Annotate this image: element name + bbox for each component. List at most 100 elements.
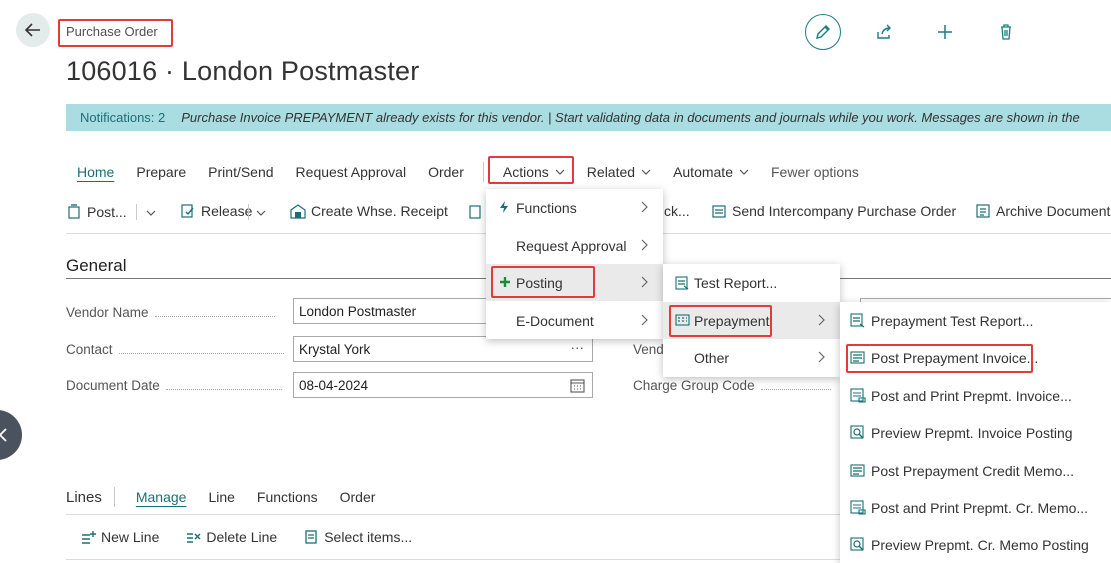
lines-toolbar: New Line Delete Line Select items... [80, 527, 438, 547]
menu-item-label: Preview Prepmt. Invoice Posting [871, 424, 1073, 441]
prepayment-submenu: Prepayment Test Report... Post Prepaymen… [840, 302, 1111, 563]
menu-item-other[interactable]: Other [663, 339, 840, 376]
fewer-options-link[interactable]: Fewer options [760, 164, 870, 180]
vendor-name-input[interactable]: London Postmaster [293, 298, 493, 324]
contact-input[interactable]: Krystal York ··· [293, 336, 593, 362]
share-button[interactable] [866, 14, 902, 50]
scroll-left-button[interactable] [0, 410, 22, 460]
lines-tab-line[interactable]: Line [197, 489, 245, 505]
release-button[interactable]: Release [180, 203, 252, 219]
document-date-input[interactable]: 08-04-2024 [293, 372, 593, 398]
breadcrumb[interactable]: Purchase Order [66, 24, 158, 39]
general-section-title[interactable]: General [66, 256, 126, 276]
chevron-right-icon [641, 201, 648, 213]
intercompany-icon [712, 205, 726, 218]
menu-item-test-report[interactable]: Test Report... [663, 264, 840, 301]
new-line-button[interactable]: New Line [80, 529, 159, 545]
menu-item-post-prepayment-invoice[interactable]: Post Prepayment Invoice... [840, 339, 1111, 376]
create-whse-receipt-button[interactable]: Create Whse. Receipt [290, 203, 448, 219]
notification-message: Purchase Invoice PREPAYMENT already exis… [181, 110, 1080, 125]
send-intercompany-button[interactable]: Send Intercompany Purchase Order [711, 203, 956, 219]
menu-item-prepayment-test-report[interactable]: Prepayment Test Report... [840, 302, 1111, 339]
tab-order[interactable]: Order [417, 164, 475, 180]
menu-separator [482, 162, 484, 182]
menu-item-prepayment-label: Prepayment [694, 312, 770, 329]
lines-tab-order[interactable]: Order [329, 489, 387, 505]
archive-document-button[interactable]: Archive Document [975, 203, 1110, 219]
label-dots [760, 382, 831, 391]
chevron-right-icon [641, 314, 648, 326]
lines-tab-functions[interactable]: Functions [246, 489, 329, 505]
lightning-icon [500, 201, 508, 213]
label-dots [118, 346, 284, 355]
preview-icon [850, 537, 864, 551]
new-button[interactable] [927, 14, 963, 50]
contact-label-text: Contact [66, 342, 113, 357]
post-print-icon [850, 388, 866, 403]
calendar-icon[interactable] [570, 378, 585, 393]
menu-item-preview-prepmt-invoice-posting[interactable]: Preview Prepmt. Invoice Posting [840, 414, 1111, 451]
document-icon[interactable] [467, 204, 483, 220]
notification-count[interactable]: Notifications: 2 [80, 110, 165, 125]
menu-item-post-print-prepmt-cr-memo[interactable]: Post and Print Prepmt. Cr. Memo... [840, 489, 1111, 526]
lines-tab-manage[interactable]: Manage [125, 489, 198, 505]
tab-automate[interactable]: Automate [662, 164, 760, 180]
edit-button[interactable] [805, 14, 841, 50]
action-menu-bar: Home Prepare Print/Send Request Approval… [66, 160, 870, 184]
lines-menu-bar: Lines Manage Line Functions Order [66, 486, 386, 508]
post-button[interactable]: Post... [66, 204, 127, 220]
tab-prepare[interactable]: Prepare [125, 164, 197, 180]
lines-section-title[interactable]: Lines [66, 489, 102, 506]
menu-item-label: Post Prepayment Credit Memo... [871, 462, 1075, 479]
post-label: Post... [87, 204, 127, 220]
report-icon [675, 276, 689, 290]
contact-label: Contact [66, 342, 284, 357]
menu-item-preview-prepmt-cr-memo-posting[interactable]: Preview Prepmt. Cr. Memo Posting [840, 526, 1111, 563]
vendor-name-label: Vendor Name [66, 305, 275, 320]
tab-print-send[interactable]: Print/Send [197, 164, 284, 180]
tab-request-approval[interactable]: Request Approval [285, 164, 418, 180]
document-date-label-text: Document Date [66, 378, 160, 393]
menu-item-functions-label: Functions [516, 199, 577, 216]
menu-item-functions[interactable]: Functions [486, 189, 663, 226]
menu-item-posting[interactable]: Posting [486, 264, 663, 301]
menu-item-e-document[interactable]: E-Document [486, 302, 663, 339]
select-items-button[interactable]: Select items... [303, 529, 412, 545]
chevron-down-icon[interactable] [146, 208, 156, 218]
new-line-icon [82, 531, 96, 544]
lines-separator [113, 487, 115, 507]
menu-item-other-label: Other [694, 349, 730, 366]
check-button-label[interactable]: ck... [664, 203, 690, 219]
label-dots [154, 309, 275, 318]
chevron-right-icon [818, 314, 825, 326]
menu-item-prepayment[interactable]: Prepayment [663, 302, 840, 339]
send-intercompany-label: Send Intercompany Purchase Order [732, 203, 957, 219]
back-button[interactable] [16, 13, 50, 47]
delete-line-button[interactable]: Delete Line [185, 529, 277, 545]
menu-item-e-document-label: E-Document [516, 312, 594, 329]
credit-memo-icon [850, 464, 865, 477]
new-line-label: New Line [101, 529, 160, 545]
menu-item-request-approval[interactable]: Request Approval [486, 227, 663, 264]
tab-actions[interactable]: Actions [492, 164, 576, 180]
tab-related[interactable]: Related [576, 164, 662, 180]
menu-item-post-print-prepmt-invoice[interactable]: Post and Print Prepmt. Invoice... [840, 377, 1111, 414]
trash-icon [1001, 24, 1011, 40]
chevron-right-icon [818, 351, 825, 363]
split-separator [136, 204, 137, 220]
pencil-icon [816, 25, 830, 39]
menu-item-posting-label: Posting [516, 274, 563, 291]
preview-icon [850, 425, 864, 439]
menu-item-post-prepayment-credit-memo[interactable]: Post Prepayment Credit Memo... [840, 452, 1111, 489]
document-date-value: 08-04-2024 [299, 377, 369, 393]
delete-button[interactable] [988, 14, 1024, 50]
page-title: 106016 · London Postmaster [66, 56, 420, 86]
notification-bar[interactable]: Notifications: 2 Purchase Invoice PREPAY… [66, 104, 1111, 131]
ellipsis-icon[interactable]: ··· [571, 340, 585, 355]
plus-icon [500, 277, 510, 287]
share-icon [877, 24, 891, 39]
chevron-down-icon[interactable] [256, 208, 266, 218]
tab-home[interactable]: Home [66, 164, 125, 180]
menu-item-label: Post Prepayment Invoice... [871, 349, 1039, 366]
toolbar: Post... Release Create Whse. Receipt ck.… [66, 200, 1110, 224]
